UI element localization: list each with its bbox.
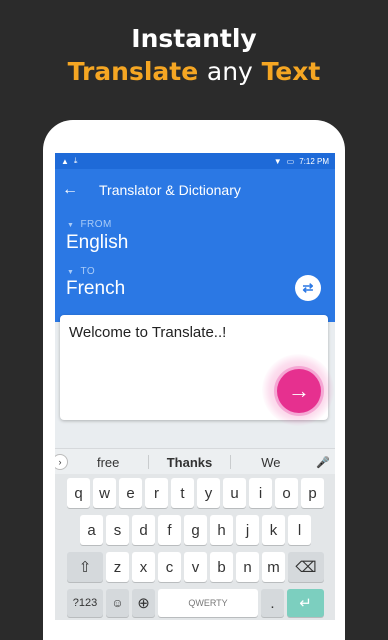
input-text[interactable]: Welcome to Translate..! xyxy=(69,324,226,341)
from-label: ▼ FROM xyxy=(67,219,112,230)
promo-line2: Translate any Text xyxy=(0,56,388,88)
key-g[interactable]: g xyxy=(184,515,207,545)
suggestion-we[interactable]: We xyxy=(231,455,311,470)
symbols-key[interactable]: ?123 xyxy=(67,589,103,617)
chevron-right-icon[interactable]: › xyxy=(55,454,68,470)
key-h[interactable]: h xyxy=(210,515,233,545)
key-n[interactable]: n xyxy=(236,552,259,582)
notification-icon: ▲ xyxy=(61,156,69,166)
suggestion-free[interactable]: free xyxy=(68,455,148,470)
key-o[interactable]: o xyxy=(275,478,298,508)
enter-key[interactable]: ↵ xyxy=(287,589,324,617)
key-v[interactable]: v xyxy=(184,552,207,582)
key-i[interactable]: i xyxy=(249,478,272,508)
key-s[interactable]: s xyxy=(106,515,129,545)
microphone-icon[interactable]: 🎤 xyxy=(311,456,335,469)
key-f[interactable]: f xyxy=(158,515,181,545)
emoji-key[interactable]: ☺ xyxy=(106,589,129,617)
swap-icon: ⇄ xyxy=(302,280,314,295)
backspace-icon: ⌫ xyxy=(295,559,317,576)
download-icon: ⤓ xyxy=(73,156,78,165)
key-p[interactable]: p xyxy=(301,478,324,508)
key-b[interactable]: b xyxy=(210,552,233,582)
key-y[interactable]: y xyxy=(197,478,220,508)
key-e[interactable]: e xyxy=(119,478,142,508)
back-arrow-icon[interactable]: ← xyxy=(55,181,85,199)
promo-word-translate: Translate xyxy=(67,57,199,86)
wifi-icon: ▼ xyxy=(273,156,282,166)
app-title: Translator & Dictionary xyxy=(99,182,241,198)
swap-languages-button[interactable]: ⇄ xyxy=(295,275,321,301)
arrow-right-icon: → xyxy=(288,378,310,403)
key-c[interactable]: c xyxy=(158,552,181,582)
language-panel: ▼ FROM English ▼ TO French ⇄ xyxy=(55,211,335,322)
promo-word-any: any xyxy=(206,57,253,86)
status-time: 7:12 PM xyxy=(299,156,329,166)
key-j[interactable]: j xyxy=(236,515,259,545)
key-t[interactable]: t xyxy=(171,478,194,508)
key-m[interactable]: m xyxy=(262,552,285,582)
key-l[interactable]: l xyxy=(288,515,311,545)
status-bar: ▲ ⤓ ▼ ▭ 7:12 PM xyxy=(55,153,335,169)
shift-icon: ⇧ xyxy=(78,559,92,576)
key-q[interactable]: q xyxy=(67,478,90,508)
translate-fab-button[interactable]: → xyxy=(277,369,321,413)
dropdown-triangle-icon: ▼ xyxy=(67,269,75,276)
suggestion-thanks[interactable]: Thanks xyxy=(149,455,229,470)
key-z[interactable]: z xyxy=(106,552,129,582)
shift-key[interactable]: ⇧ xyxy=(67,552,103,582)
key-u[interactable]: u xyxy=(223,478,246,508)
backspace-key[interactable]: ⌫ xyxy=(288,552,324,582)
app-bar: ← Translator & Dictionary xyxy=(55,169,335,211)
suggestion-bar: › free Thanks We 🎤 xyxy=(55,448,335,475)
to-language-select[interactable]: French xyxy=(66,278,125,300)
key-x[interactable]: x xyxy=(132,552,155,582)
enter-icon: ↵ xyxy=(299,595,312,612)
promo-word-text: Text xyxy=(261,57,321,86)
globe-icon: ⊕ xyxy=(137,595,150,612)
dropdown-triangle-icon: ▼ xyxy=(67,222,75,229)
battery-icon: ▭ xyxy=(286,156,295,166)
from-language-select[interactable]: English xyxy=(66,232,128,254)
key-a[interactable]: a xyxy=(80,515,103,545)
space-key[interactable]: QWERTY xyxy=(158,589,258,617)
keyboard: q w e r t y u i o p a s d f g h j k l ⇧ … xyxy=(55,474,335,620)
promo-line1: Instantly xyxy=(131,24,257,53)
key-r[interactable]: r xyxy=(145,478,168,508)
key-w[interactable]: w xyxy=(93,478,116,508)
promo-headline: Instantly Translate any Text xyxy=(0,22,388,88)
globe-key[interactable]: ⊕ xyxy=(132,589,155,617)
key-d[interactable]: d xyxy=(132,515,155,545)
to-label: ▼ TO xyxy=(67,266,96,277)
period-key[interactable]: . xyxy=(261,589,284,617)
key-k[interactable]: k xyxy=(262,515,285,545)
